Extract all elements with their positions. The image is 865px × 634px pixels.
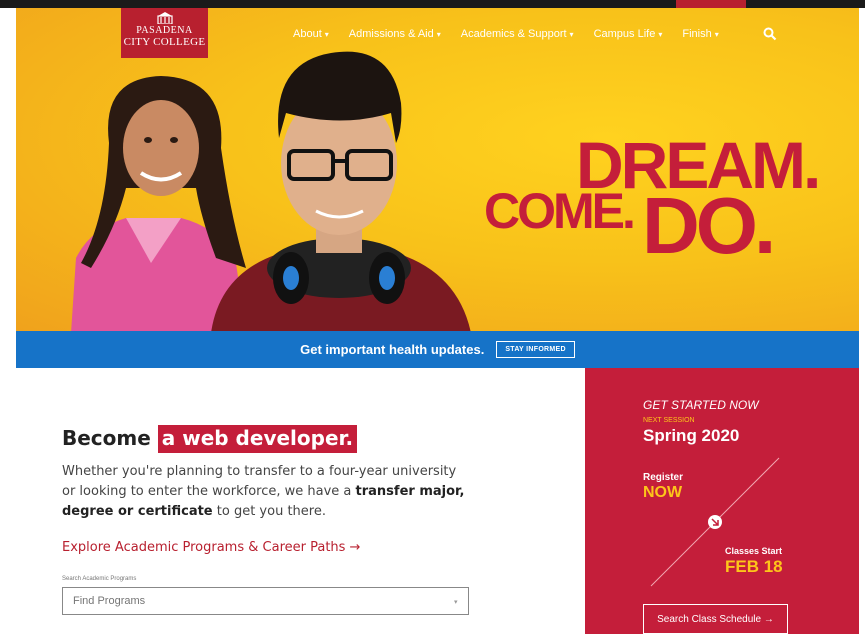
nav-label: Finish bbox=[682, 28, 712, 40]
session-name: Spring 2020 bbox=[643, 426, 740, 445]
nav-item-campus-life[interactable]: Campus Life ▾ bbox=[594, 28, 663, 40]
alert-message: Get important health updates. bbox=[300, 342, 485, 357]
nav-item-academics[interactable]: Academics & Support ▾ bbox=[461, 28, 574, 40]
nav-item-finish[interactable]: Finish ▾ bbox=[682, 28, 718, 40]
register-value: NOW bbox=[643, 484, 683, 501]
utility-tab[interactable] bbox=[676, 0, 746, 8]
search-programs-input[interactable] bbox=[62, 587, 469, 615]
headline-do: DO. bbox=[642, 181, 776, 270]
become-heading: Become a web developer. bbox=[62, 425, 358, 453]
stay-informed-button[interactable]: STAY INFORMED bbox=[496, 341, 575, 358]
classes-start-date: FEB 18 bbox=[725, 557, 783, 576]
become-prefix: Become bbox=[62, 426, 151, 450]
nav-label: Academics & Support bbox=[460, 28, 567, 40]
hero-banner: PASADENA CITY COLLEGE About ▾ Admissions … bbox=[16, 8, 859, 331]
headline-come: COME. bbox=[484, 183, 636, 239]
chevron-down-icon: ▾ bbox=[324, 30, 329, 39]
health-alert-bar: Get important health updates. STAY INFOR… bbox=[16, 331, 859, 368]
main-nav: About ▾ Admissions & Aid ▾ Academics & Sup… bbox=[293, 27, 777, 41]
get-started-panel: GET STARTED NOW NEXT SESSION Spring 2020… bbox=[585, 368, 859, 634]
college-seal-icon bbox=[156, 12, 173, 24]
nav-item-about[interactable]: About ▾ bbox=[293, 28, 329, 40]
top-utility-strip bbox=[0, 0, 865, 8]
get-started-title: GET STARTED NOW bbox=[643, 398, 759, 412]
nav-item-admissions[interactable]: Admissions & Aid ▾ bbox=[349, 28, 441, 40]
chevron-down-icon: ▾ bbox=[569, 30, 574, 39]
search-icon[interactable] bbox=[763, 27, 777, 41]
college-logo[interactable]: PASADENA CITY COLLEGE bbox=[121, 8, 208, 58]
intro-description: Whether you're planning to transfer to a… bbox=[62, 462, 472, 522]
hero-photo-man bbox=[211, 51, 471, 331]
chevron-down-icon: ▾ bbox=[714, 30, 719, 39]
logo-line-1: PASADENA bbox=[136, 25, 193, 36]
search-programs-label: Search Academic Programs bbox=[62, 576, 137, 582]
chevron-down-icon: ▾ bbox=[658, 30, 663, 39]
nav-label: Admissions & Aid bbox=[348, 28, 434, 40]
nav-label: About bbox=[293, 28, 322, 40]
register-label: Register bbox=[643, 472, 684, 483]
nav-label: Campus Life bbox=[593, 28, 656, 40]
search-class-schedule-button[interactable]: Search Class Schedule → bbox=[643, 604, 788, 634]
desc-part-2: to get you there. bbox=[212, 504, 326, 519]
chevron-down-icon[interactable]: ▾ bbox=[454, 598, 458, 606]
next-session-label: NEXT SESSION bbox=[643, 417, 695, 424]
chevron-down-icon: ▾ bbox=[436, 30, 441, 39]
become-highlight: a web developer. bbox=[157, 425, 358, 453]
logo-line-2: CITY COLLEGE bbox=[123, 36, 206, 48]
explore-programs-link[interactable]: Explore Academic Programs & Career Paths… bbox=[62, 540, 360, 555]
classes-start-label: Classes Start bbox=[725, 546, 783, 556]
